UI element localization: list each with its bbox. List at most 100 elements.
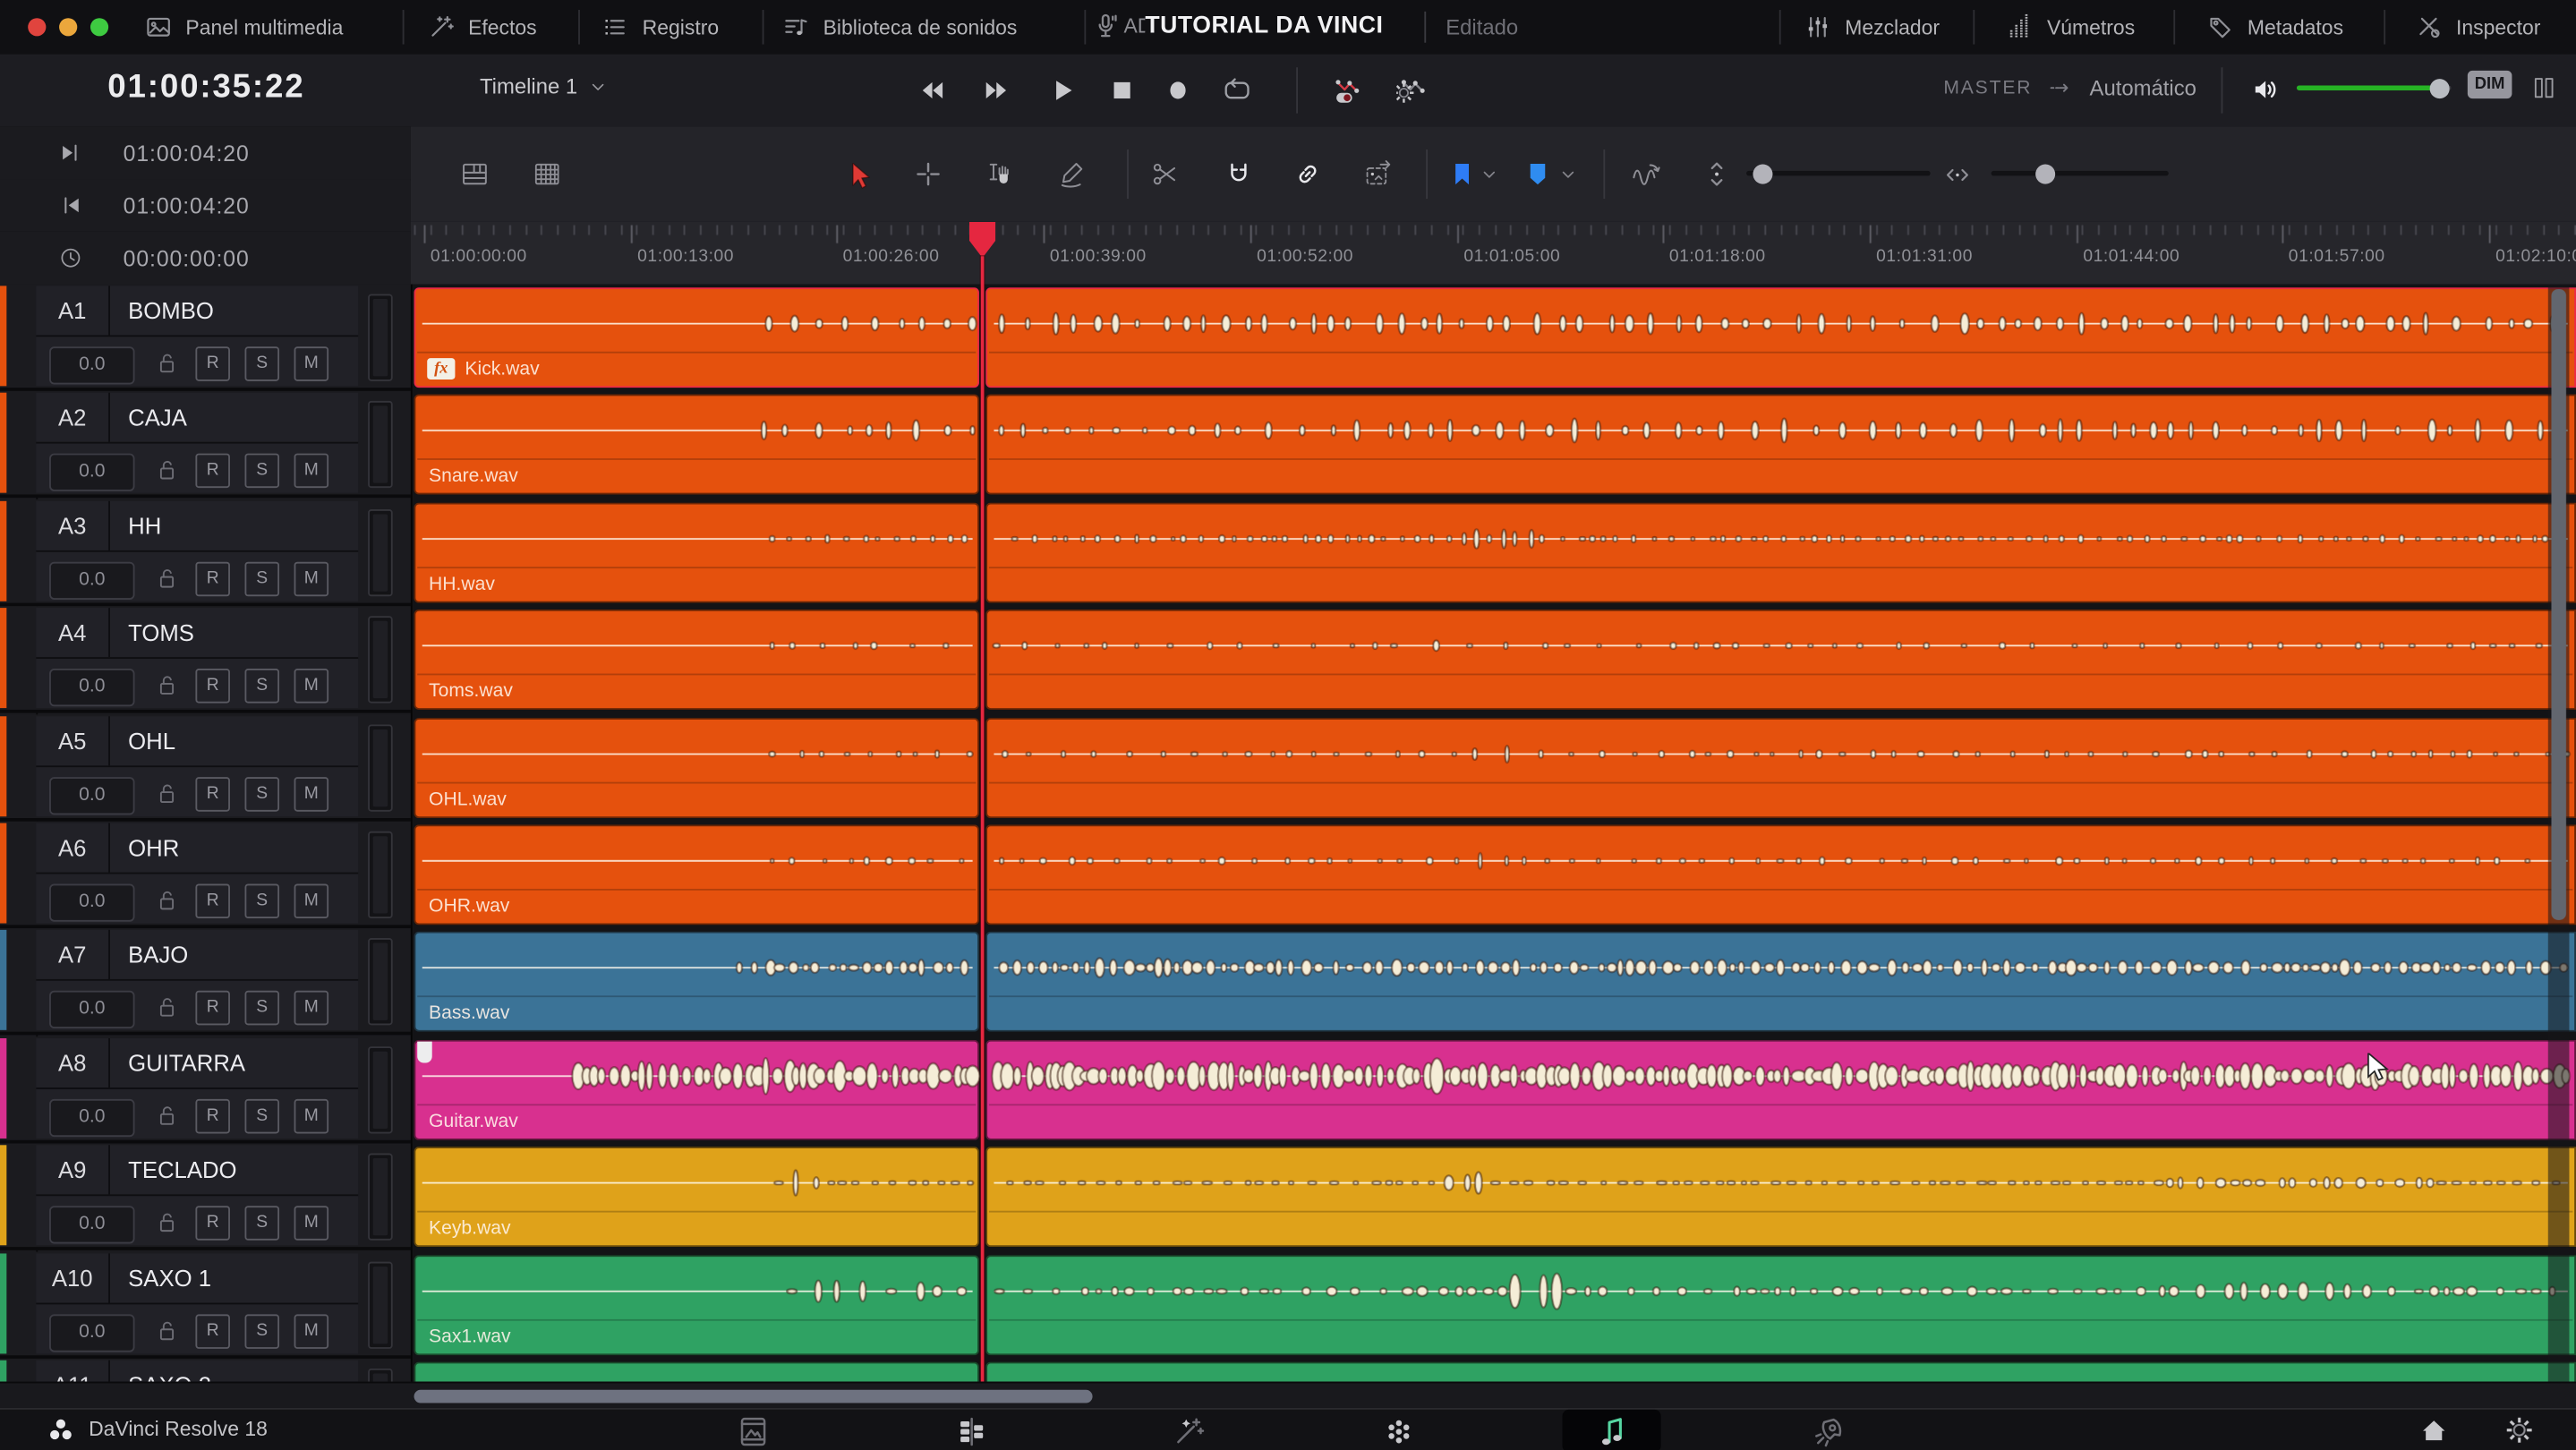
mute-button[interactable]: M [294, 883, 329, 919]
solo-button[interactable]: S [244, 346, 280, 381]
track-gain-field[interactable]: 0.0 [49, 777, 135, 815]
adr-mic-icon[interactable] [1091, 12, 1121, 41]
mute-button[interactable]: M [294, 346, 329, 381]
record-arm-button[interactable]: R [195, 669, 230, 704]
track-gain-field[interactable]: 0.0 [49, 1206, 135, 1244]
page-media-button[interactable] [704, 1410, 802, 1450]
lock-icon[interactable] [155, 994, 181, 1019]
solo-button[interactable]: S [244, 453, 280, 489]
menu-item-registro[interactable]: Registro [601, 0, 719, 55]
vertical-scrollbar[interactable] [2547, 284, 2570, 1382]
menu-item-vumetros[interactable]: Vúmetros [2006, 0, 2135, 55]
horizontal-scrollbar-thumb[interactable] [414, 1389, 1093, 1403]
lock-icon[interactable] [155, 456, 181, 482]
track-gain-field[interactable]: 0.0 [49, 561, 135, 600]
settings-button[interactable] [2503, 1414, 2535, 1446]
lock-icon[interactable] [155, 350, 181, 376]
track-name-label[interactable]: BOMBO [128, 286, 214, 335]
track-gain-field[interactable]: 0.0 [49, 1098, 135, 1138]
horizontal-scrollbar[interactable] [0, 1381, 2576, 1410]
record-arm-button[interactable]: R [195, 1098, 230, 1134]
marker-menu-button[interactable] [1479, 165, 1500, 186]
track-name-label[interactable]: GUITARRA [128, 1038, 245, 1088]
fx-badge[interactable]: fx [427, 358, 456, 380]
clip-insert-button[interactable] [1363, 159, 1393, 189]
track-name-label[interactable]: HH [128, 501, 161, 550]
lock-icon[interactable] [155, 780, 181, 806]
solo-button[interactable]: S [244, 561, 280, 597]
record-arm-button[interactable]: R [195, 346, 230, 381]
record-arm-button[interactable]: R [195, 561, 230, 597]
mute-button[interactable]: M [294, 990, 329, 1026]
window-minimize-button[interactable] [59, 18, 78, 37]
duration-timecode[interactable]: 00:00:00:00 [124, 245, 250, 270]
vertical-zoom-button[interactable] [1702, 159, 1732, 189]
track-name-label[interactable]: OHR [128, 823, 179, 873]
menu-item-efectos[interactable]: Efectos [427, 0, 537, 55]
timeline-ruler[interactable]: 01:00:00:00 01:00:13:00 01:00:26:00 01:00:3… [410, 221, 2576, 286]
vertical-scrollbar-thumb[interactable] [2551, 289, 2566, 920]
playhead-line[interactable] [980, 256, 985, 1382]
track-name-label[interactable]: SAXO 1 [128, 1253, 211, 1302]
track-gain-field[interactable]: 0.0 [49, 453, 135, 491]
fast-forward-button[interactable] [983, 75, 1012, 105]
vertical-zoom-knob[interactable] [1753, 163, 1773, 183]
panel-toggle-icon[interactable] [2530, 74, 2558, 102]
lock-icon[interactable] [155, 1318, 181, 1343]
dim-button[interactable]: DIM [2467, 70, 2512, 99]
window-close-button[interactable] [28, 18, 47, 37]
home-button[interactable] [2418, 1414, 2450, 1446]
track-name-label[interactable]: SAXO 2 [128, 1360, 211, 1382]
track-name-label[interactable]: CAJA [128, 393, 187, 442]
menu-item-panel-multimedia[interactable]: Panel multimedia [145, 0, 343, 55]
page-deliver-button[interactable] [1779, 1410, 1878, 1450]
pencil-tool-button[interactable] [1056, 159, 1086, 189]
page-color-button[interactable] [1349, 1410, 1447, 1450]
window-zoom-button[interactable] [90, 18, 109, 37]
mute-button[interactable]: M [294, 1206, 329, 1241]
track-name-label[interactable]: TECLADO [128, 1145, 236, 1194]
speaker-icon[interactable] [2251, 74, 2282, 106]
track-name-label[interactable]: BAJO [128, 930, 188, 979]
mute-button[interactable]: M [294, 777, 329, 812]
marker-button[interactable] [1447, 159, 1477, 189]
range-select-tool-button[interactable] [983, 159, 1012, 189]
track-gain-field[interactable]: 0.0 [49, 990, 135, 1028]
automation-settings-button[interactable] [1396, 74, 1429, 107]
track-gain-field[interactable]: 0.0 [49, 346, 135, 385]
track-view-layout-button[interactable] [460, 159, 490, 189]
menu-item-inspector[interactable]: Inspector [2415, 0, 2540, 55]
record-arm-button[interactable]: R [195, 990, 230, 1026]
track-name-label[interactable]: TOMS [128, 608, 194, 657]
page-fairlight-button[interactable] [1562, 1409, 1661, 1450]
record-arm-button[interactable]: R [195, 453, 230, 489]
waveform-zoom-button[interactable] [1630, 159, 1663, 192]
menu-item-mezclador[interactable]: Mezclador [1804, 0, 1940, 55]
record-arm-button[interactable]: R [195, 1206, 230, 1241]
horizontal-zoom-button[interactable] [1943, 161, 1971, 189]
page-fusion-button[interactable] [1139, 1410, 1237, 1450]
monitor-volume-knob[interactable] [2429, 78, 2450, 98]
record-arm-button[interactable]: R [195, 883, 230, 919]
solo-button[interactable]: S [244, 1206, 280, 1241]
lock-icon[interactable] [155, 1103, 181, 1129]
snap-button[interactable] [1224, 159, 1253, 189]
page-edit-button[interactable] [922, 1410, 1020, 1450]
in-point-timecode[interactable]: 01:00:04:20 [124, 141, 250, 166]
track-gain-field[interactable]: 0.0 [49, 883, 135, 922]
monitor-mode-label[interactable]: Automático [2090, 75, 2196, 100]
track-gain-field[interactable]: 0.0 [49, 669, 135, 707]
lock-icon[interactable] [155, 672, 181, 698]
record-arm-button[interactable]: R [195, 1314, 230, 1349]
solo-button[interactable]: S [244, 777, 280, 812]
timeline-selector[interactable]: Timeline 1 [480, 74, 609, 98]
record-arm-button[interactable]: R [195, 777, 230, 812]
record-button[interactable] [1164, 75, 1193, 105]
mute-button[interactable]: M [294, 669, 329, 704]
link-button[interactable] [1293, 159, 1323, 189]
stop-button[interactable] [1107, 75, 1137, 105]
solo-button[interactable]: S [244, 1314, 280, 1349]
track-name-label[interactable]: OHL [128, 716, 175, 765]
horizontal-zoom-knob[interactable] [2035, 163, 2057, 183]
vertical-zoom-slider[interactable] [1746, 170, 1931, 176]
